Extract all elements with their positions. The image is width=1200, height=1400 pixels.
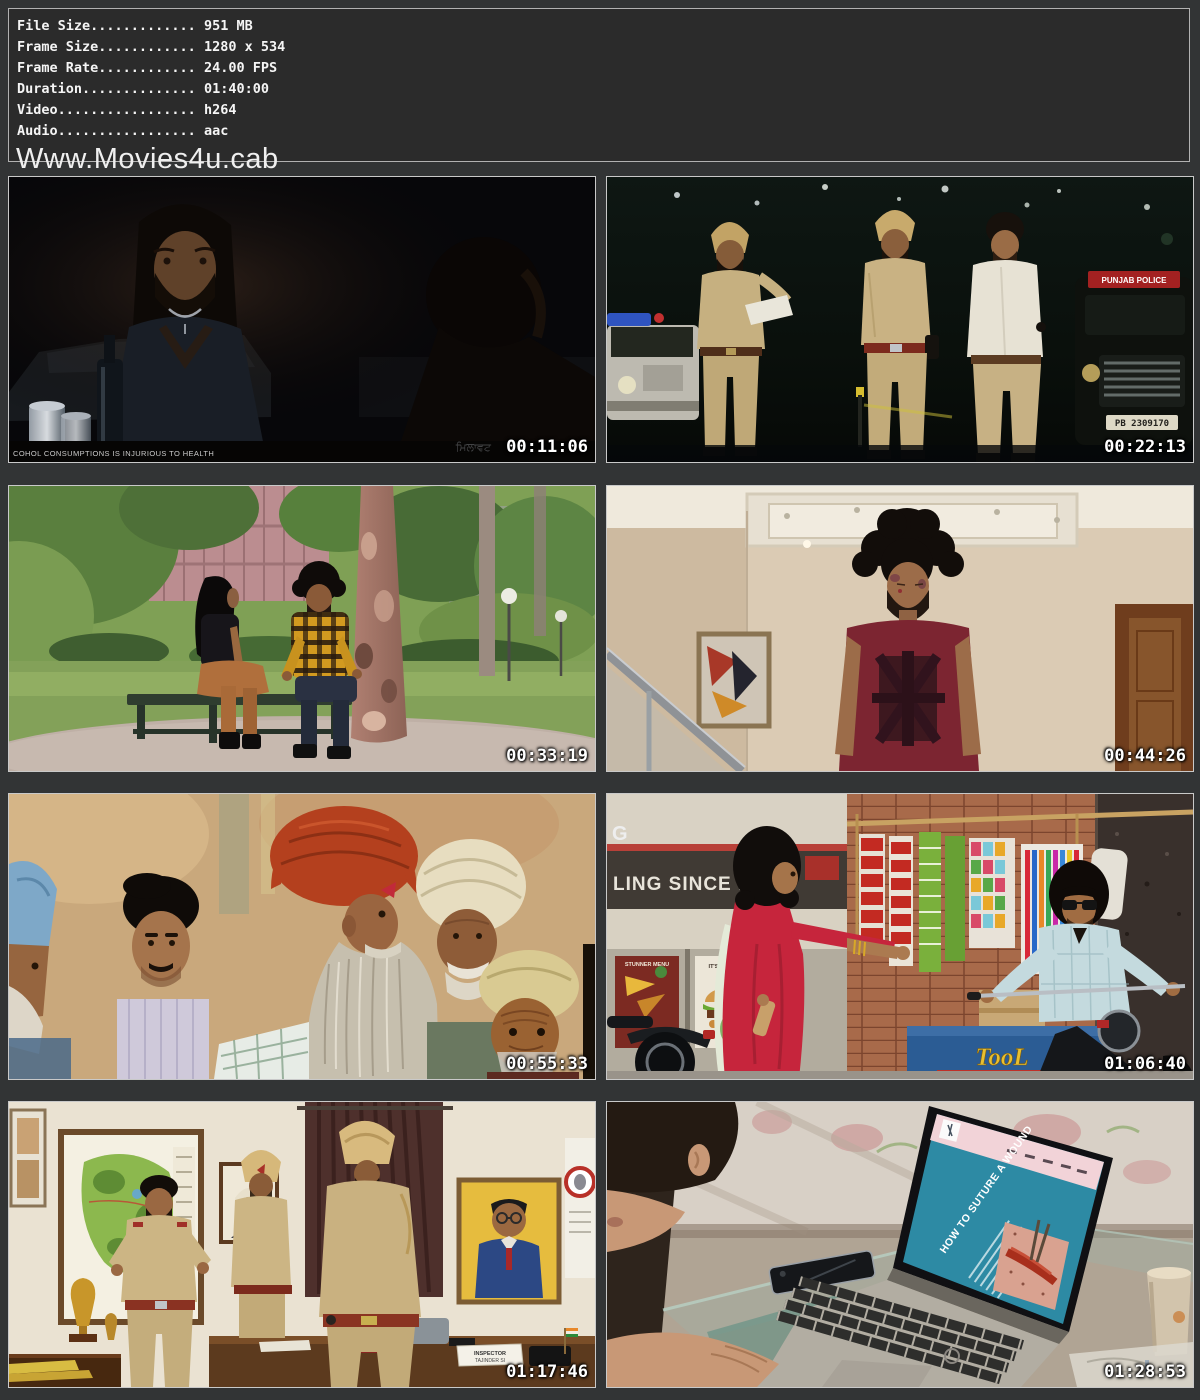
- screenshot-thumbnail-6[interactable]: G LING SINCE 1954 STUNNER MENU IT'S A WH…: [606, 793, 1194, 1080]
- cart-text: TooL: [975, 1044, 1028, 1071]
- info-value: 01:40:00: [204, 81, 269, 97]
- timestamp-overlay: 00:55:33: [506, 1054, 588, 1074]
- scene-night-police: PUNJAB POLICE PB 2309170: [607, 177, 1193, 462]
- info-label: File Size.............: [17, 18, 196, 34]
- info-label: Frame Rate............: [17, 60, 196, 76]
- media-info-row: File Size............. 951 MB: [9, 16, 1189, 37]
- info-label: Duration..............: [17, 81, 196, 97]
- info-value: 24.00 FPS: [204, 60, 277, 76]
- screenshot-thumbnail-1[interactable]: ਮਿਲਾਵਟ COHOL CONSUMPTIONS IS INJURIOUS T…: [8, 176, 596, 463]
- media-info-rows: File Size............. 951 MB Frame Size…: [9, 9, 1189, 142]
- license-plate: PB 2309170: [1115, 419, 1169, 429]
- screenshot-thumbnail-3[interactable]: 00:33:19: [8, 485, 596, 772]
- statutory-warning-text: COHOL CONSUMPTIONS IS INJURIOUS TO HEALT…: [13, 449, 214, 458]
- media-info-row: Video................. h264: [9, 100, 1189, 121]
- screenshot-thumbnail-2[interactable]: PUNJAB POLICE PB 2309170: [606, 176, 1194, 463]
- timestamp-overlay: 01:17:46: [506, 1362, 588, 1382]
- shampoo-sachets: [969, 838, 1015, 948]
- screenshot-thumbnail-5[interactable]: 00:55:33: [8, 793, 596, 1080]
- paper-cup: [1147, 1267, 1191, 1356]
- punjab-police-crest-poster: [565, 1138, 595, 1278]
- timestamp-overlay: 01:28:53: [1104, 1362, 1186, 1382]
- media-info-row: Audio................. aac: [9, 121, 1189, 142]
- screenshot-thumbnail-7[interactable]: INSPECTOR TAJINDER SI: [8, 1101, 596, 1388]
- nameplate-line1: INSPECTOR: [474, 1351, 506, 1357]
- timestamp-overlay: 01:06:40: [1104, 1054, 1186, 1074]
- screenshot-thumbnail-8[interactable]: HOW TO SUTURE A WOUND: [606, 1101, 1194, 1388]
- tshirt-print: [872, 651, 945, 746]
- police-jeep: [607, 313, 699, 420]
- scene-police-office: INSPECTOR TAJINDER SI: [9, 1102, 595, 1387]
- scene-street: G LING SINCE 1954 STUNNER MENU IT'S A WH…: [607, 794, 1193, 1079]
- media-info-row: Duration.............. 01:40:00: [9, 79, 1189, 100]
- info-label: Frame Size............: [17, 39, 196, 55]
- info-label: Video.................: [17, 102, 196, 118]
- media-info-panel: File Size............. 951 MB Frame Size…: [8, 8, 1190, 162]
- screenshot-thumbnail-4[interactable]: 00:44:26: [606, 485, 1194, 772]
- timestamp-overlay: 00:22:13: [1104, 437, 1186, 457]
- info-value: 951 MB: [204, 18, 253, 34]
- corner-frames: [11, 1110, 45, 1206]
- media-info-row: Frame Rate............ 24.00 FPS: [9, 58, 1189, 79]
- timestamp-overlay: 00:33:19: [506, 746, 588, 766]
- abstract-wall-art: [699, 634, 769, 726]
- nameplate-line2: TAJINDER SI: [475, 1358, 505, 1364]
- wall-letter: G: [612, 823, 628, 845]
- punjab-police-banner: PUNJAB POLICE: [1102, 276, 1168, 285]
- site-watermark: Www.Movies4u.cab: [9, 143, 1189, 176]
- timestamp-overlay: 00:44:26: [1104, 746, 1186, 766]
- scene-laptop: HOW TO SUTURE A WOUND: [607, 1102, 1193, 1387]
- info-value: h264: [204, 102, 237, 118]
- scene-night-bar: [9, 177, 595, 462]
- channel-watermark: ਮਿਲਾਵਟ: [456, 442, 491, 455]
- info-value: 1280 x 534: [204, 39, 285, 55]
- scene-park: [9, 486, 595, 771]
- media-info-row: Frame Size............ 1280 x 534: [9, 37, 1189, 58]
- ambedkar-portrait: [459, 1180, 559, 1302]
- info-label: Audio.................: [17, 123, 196, 139]
- info-value: aac: [204, 123, 228, 139]
- scene-indoor-stairs: [607, 486, 1193, 771]
- timestamp-overlay: 00:11:06: [506, 437, 588, 457]
- scene-crowd: [9, 794, 595, 1079]
- police-suv: PUNJAB POLICE PB 2309170: [1075, 271, 1193, 445]
